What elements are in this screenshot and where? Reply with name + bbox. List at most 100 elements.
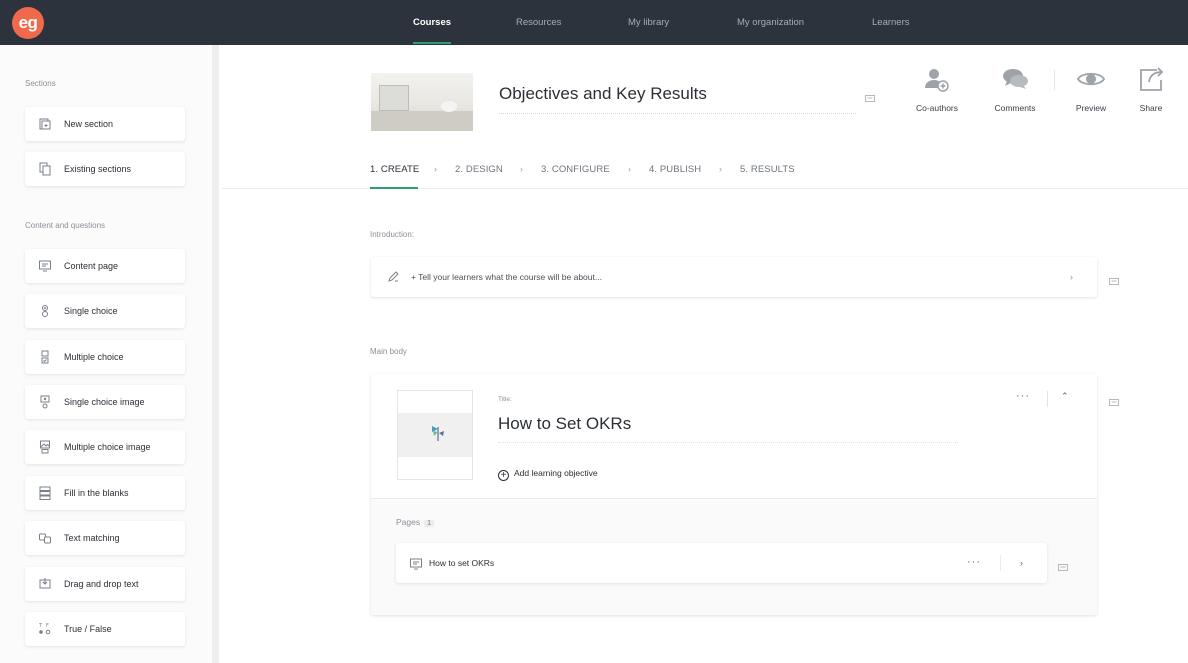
existing-sections-label: Existing sections xyxy=(64,164,132,174)
pages-heading: Pages 1 xyxy=(396,517,435,527)
add-learning-objective-label: Add learning objective xyxy=(514,468,598,478)
plus-circle-icon: + xyxy=(498,470,509,481)
existing-sections-icon xyxy=(39,162,51,176)
chevron-up-icon[interactable]: ⌃ xyxy=(1061,391,1069,402)
pages-area: Pages 1 How to set OKRs ··· › xyxy=(371,498,1097,615)
more-options-icon[interactable]: ··· xyxy=(1016,390,1030,402)
comments-label: Comments xyxy=(994,103,1036,113)
content-questions-heading: Content and questions xyxy=(25,221,106,230)
multiple-choice-image-button[interactable]: Multiple choice image xyxy=(25,430,185,464)
page-title: How to set OKRs xyxy=(429,558,495,568)
content-page-icon xyxy=(39,259,51,273)
chevron-right-icon[interactable]: › xyxy=(1070,257,1073,297)
true-false-label: True / False xyxy=(64,624,112,634)
chevron-right-icon: › xyxy=(520,164,523,174)
single-choice-label: Single choice xyxy=(64,306,118,316)
multiple-choice-image-label: Multiple choice image xyxy=(64,442,151,452)
pages-count-badge: 1 xyxy=(424,520,435,527)
text-matching-button[interactable]: Text matching xyxy=(25,521,185,555)
cover-laptop xyxy=(379,85,409,111)
drag-drop-text-button[interactable]: Drag and drop text xyxy=(25,567,185,601)
svg-text:F: F xyxy=(46,623,49,629)
single-choice-image-label: Single choice image xyxy=(64,397,145,407)
share-button[interactable]: Share xyxy=(1121,66,1181,113)
step-configure[interactable]: 3. CONFIGURE xyxy=(541,164,610,175)
true-false-icon: TF xyxy=(39,622,51,636)
multiple-choice-icon xyxy=(39,350,51,364)
pages-label: Pages xyxy=(396,517,421,527)
step-results[interactable]: 5. RESULTS xyxy=(740,164,795,175)
fill-blanks-label: Fill in the blanks xyxy=(64,488,129,498)
coauthors-button[interactable]: Co-authors xyxy=(907,66,967,113)
existing-sections-button[interactable]: Existing sections xyxy=(25,152,185,186)
text-matching-icon xyxy=(39,531,51,545)
nav-my-library[interactable]: My library xyxy=(628,0,669,45)
page-row[interactable]: How to set OKRs ··· › xyxy=(396,543,1047,583)
nav-learners[interactable]: Learners xyxy=(872,0,910,45)
course-title[interactable]: Objectives and Key Results xyxy=(499,84,707,104)
chevron-right-icon: › xyxy=(434,164,437,174)
lesson-title-underline xyxy=(498,442,958,443)
course-cover-image[interactable] xyxy=(371,73,473,131)
more-options-icon[interactable]: ··· xyxy=(967,543,981,581)
lesson-thumbnail[interactable] xyxy=(397,390,473,480)
comment-icon[interactable] xyxy=(1109,394,1119,406)
title-underline xyxy=(499,113,856,114)
chevron-right-icon[interactable]: › xyxy=(1020,543,1023,583)
sections-heading: Sections xyxy=(25,79,56,88)
nav-courses[interactable]: Courses xyxy=(413,0,452,45)
preview-label: Preview xyxy=(1075,103,1107,113)
introduction-input[interactable]: + Tell your learners what the course wil… xyxy=(371,257,1097,297)
add-learning-objective-button[interactable]: + Add learning objective xyxy=(498,468,598,481)
comments-button[interactable]: Comments xyxy=(985,66,1045,113)
share-label: Share xyxy=(1139,103,1163,113)
chevron-right-icon: › xyxy=(719,164,722,174)
sidebar-scrollbar[interactable] xyxy=(212,45,219,663)
multiple-choice-image-icon xyxy=(39,440,51,454)
lesson-graphic-icon xyxy=(428,423,448,443)
step-design[interactable]: 2. DESIGN xyxy=(455,164,503,175)
single-choice-icon xyxy=(39,304,51,318)
add-user-icon xyxy=(923,66,951,94)
chevron-right-icon: › xyxy=(628,164,631,174)
single-choice-image-button[interactable]: Single choice image xyxy=(25,385,185,419)
comment-icon[interactable] xyxy=(1109,273,1119,285)
content-page-label: Content page xyxy=(64,261,119,271)
nav-my-organization[interactable]: My organization xyxy=(737,0,804,45)
share-icon xyxy=(1137,66,1165,94)
coauthors-label: Co-authors xyxy=(915,103,959,113)
comment-icon[interactable] xyxy=(1058,559,1068,571)
introduction-placeholder: + Tell your learners what the course wil… xyxy=(411,272,602,282)
preview-button[interactable]: Preview xyxy=(1061,66,1121,113)
content-page-button[interactable]: Content page xyxy=(25,249,185,283)
introduction-label: Introduction: xyxy=(370,230,415,239)
new-section-label: New section xyxy=(64,119,114,129)
single-choice-button[interactable]: Single choice xyxy=(25,294,185,328)
svg-text:T: T xyxy=(39,623,43,629)
comment-icon[interactable] xyxy=(865,90,875,102)
fill-blanks-icon xyxy=(39,486,51,500)
top-navigation-bar: eg Courses Resources My library My organ… xyxy=(0,0,1188,45)
step-create[interactable]: 1. CREATE xyxy=(370,164,419,175)
cover-cup xyxy=(441,101,457,112)
cover-desk xyxy=(371,111,473,131)
steps-divider xyxy=(222,188,1188,189)
lesson-thumbnail-image xyxy=(398,413,472,457)
nav-resources[interactable]: Resources xyxy=(516,0,561,45)
multiple-choice-button[interactable]: Multiple choice xyxy=(25,340,185,374)
multiple-choice-label: Multiple choice xyxy=(64,352,124,362)
step-publish[interactable]: 4. PUBLISH xyxy=(649,164,701,175)
new-section-button[interactable]: New section xyxy=(25,107,185,141)
card-separator xyxy=(1047,391,1048,407)
lesson-title[interactable]: How to Set OKRs xyxy=(498,414,631,434)
true-false-button[interactable]: TF True / False xyxy=(25,612,185,646)
fill-blanks-button[interactable]: Fill in the blanks xyxy=(25,476,185,510)
drag-drop-icon xyxy=(39,577,51,591)
drag-drop-text-label: Drag and drop text xyxy=(64,579,139,589)
pencil-icon xyxy=(387,270,400,283)
new-section-icon xyxy=(39,117,51,131)
app-logo[interactable]: eg xyxy=(12,7,44,39)
step-active-indicator xyxy=(370,187,418,189)
page-row-separator xyxy=(1000,555,1001,571)
main-body-label: Main body xyxy=(370,347,407,356)
